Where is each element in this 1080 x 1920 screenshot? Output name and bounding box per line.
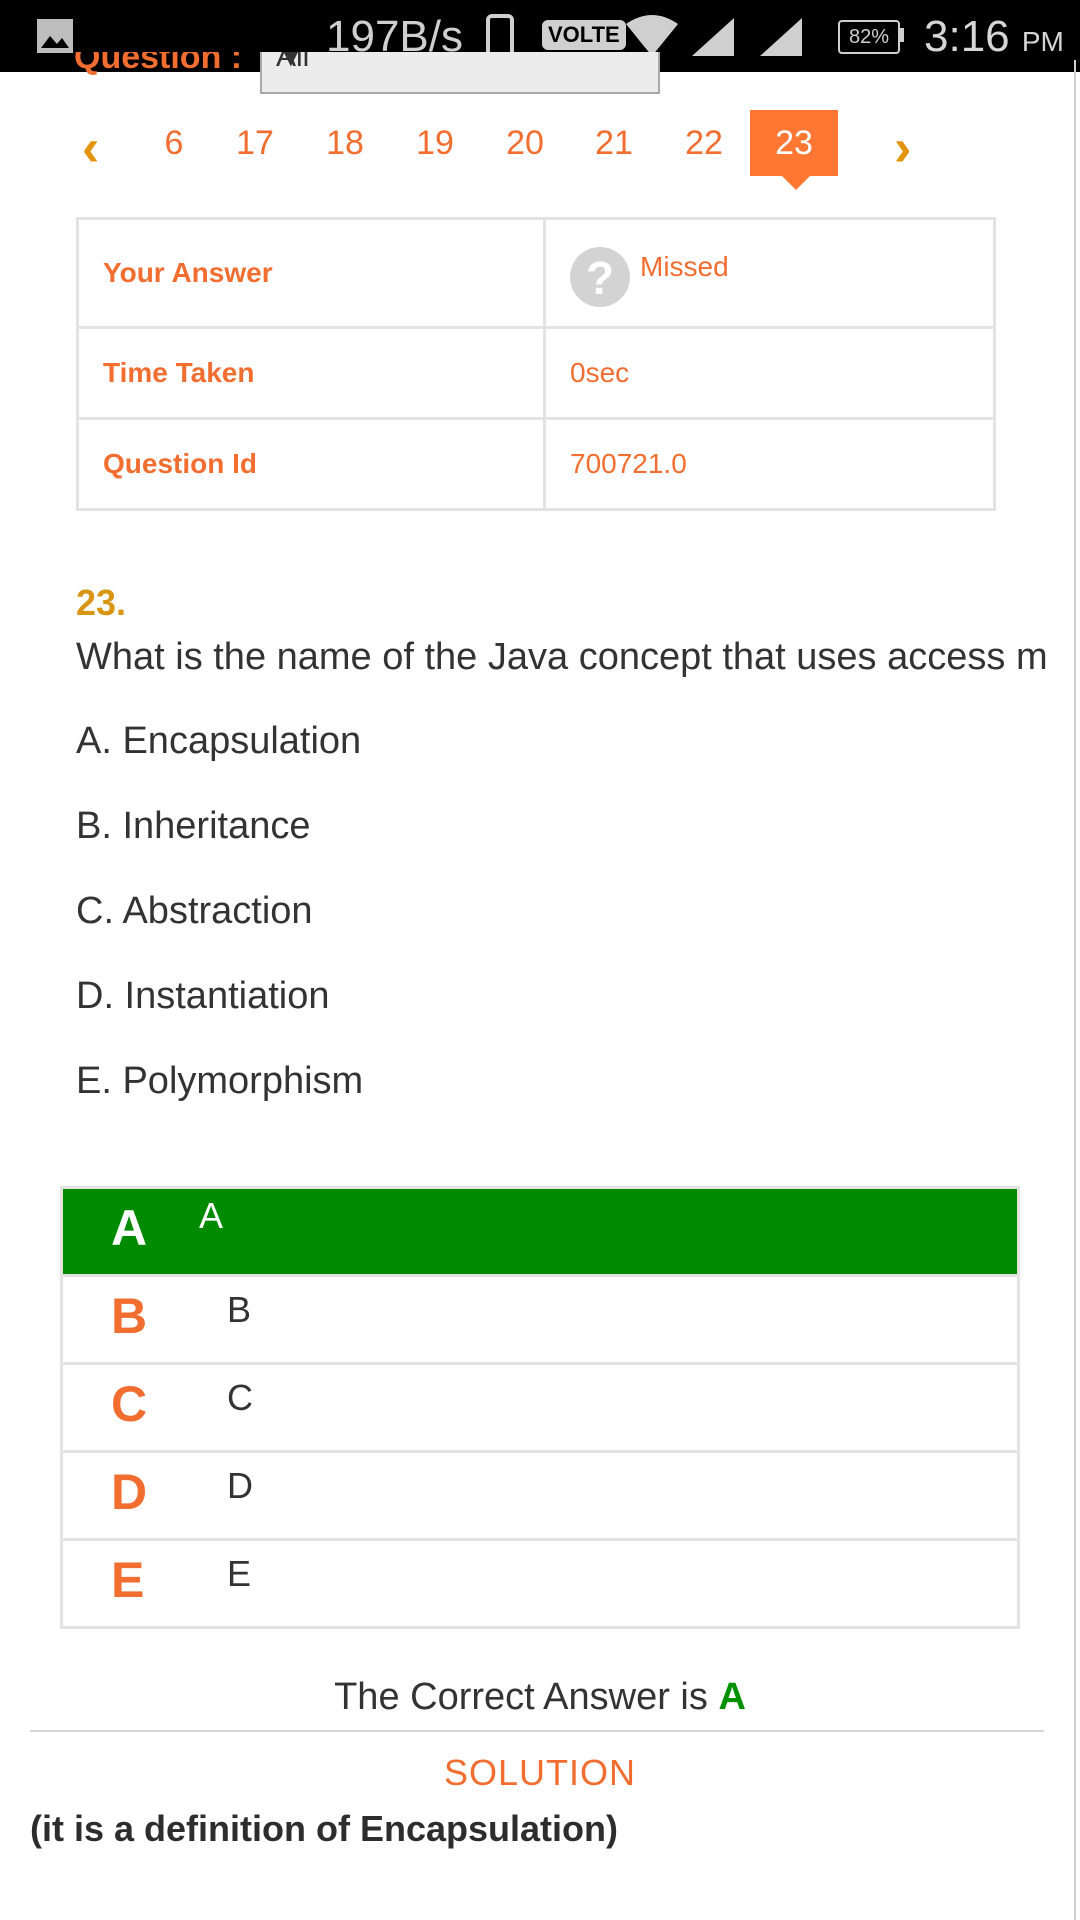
question-filter: Question : All ▼ [74, 52, 674, 96]
chevron-left-icon[interactable]: ‹ [82, 118, 99, 178]
question-filter-label: Question : [74, 52, 243, 76]
correct-answer-prefix: The Correct Answer is [334, 1676, 719, 1718]
your-answer-value: Missed [640, 251, 729, 282]
answer-row-b[interactable]: B B [63, 1274, 1017, 1362]
signal-strength-icon [760, 18, 802, 56]
option-e: E. Polymorphism [76, 1060, 364, 1102]
option-b: B. Inheritance [76, 805, 311, 847]
page-23-active[interactable]: 23 [750, 110, 838, 190]
your-answer-cell: ? Missed [543, 217, 996, 329]
option-d: D. Instantiation [76, 975, 330, 1017]
answer-text: A [199, 1195, 224, 1236]
answer-letter: C [111, 1376, 148, 1432]
time-taken-value: 0sec [543, 326, 996, 420]
answer-row-d[interactable]: D D [63, 1450, 1017, 1538]
table-row: Time Taken 0sec [76, 326, 996, 420]
answer-row-a-correct[interactable]: A A [63, 1189, 1017, 1274]
battery-indicator: 82% [838, 20, 900, 54]
signal-strength-icon [692, 18, 734, 56]
question-text: What is the name of the Java concept tha… [76, 636, 1048, 678]
page-20[interactable]: 20 [481, 110, 569, 176]
answer-choices: A A B B C C D D E E [60, 1186, 1020, 1629]
answer-letter: B [111, 1288, 148, 1344]
option-a: A. Encapsulation [76, 720, 362, 762]
page-17[interactable]: 17 [211, 110, 299, 176]
time-taken-label: Time Taken [76, 326, 546, 420]
solution-text: (it is a definition of Encapsulation) [30, 1808, 619, 1849]
page-21[interactable]: 21 [570, 110, 658, 176]
battery-tip [900, 28, 904, 42]
answer-letter: D [111, 1464, 148, 1520]
answer-text: E [227, 1553, 252, 1594]
question-id-label: Question Id [76, 417, 546, 511]
answer-letter: A [111, 1200, 148, 1256]
scrollbar[interactable] [1074, 60, 1076, 1920]
page-22[interactable]: 22 [660, 110, 748, 176]
page-19[interactable]: 19 [391, 110, 479, 176]
solution-title: SOLUTION [443, 1752, 637, 1793]
question-filter-select[interactable]: All ▼ [260, 52, 660, 94]
answer-letter: E [111, 1552, 145, 1608]
question-pager: ‹ 6 17 18 19 20 21 22 23 › [0, 110, 1080, 200]
correct-answer-letter: A [718, 1676, 746, 1718]
option-c: C. Abstraction [76, 890, 313, 932]
answer-text: B [227, 1289, 252, 1330]
answer-info-table: Your Answer ? Missed Time Taken 0sec Que… [76, 217, 996, 511]
answer-text: C [227, 1377, 253, 1418]
volte-badge: VOLTE [542, 20, 626, 50]
divider [30, 1730, 1044, 1732]
answer-row-c[interactable]: C C [63, 1362, 1017, 1450]
question-number: 23. [76, 582, 127, 623]
clock: 3:16 PM [924, 12, 1064, 62]
table-row: Your Answer ? Missed [76, 217, 996, 329]
table-row: Question Id 700721.0 [76, 417, 996, 511]
question-id-value: 700721.0 [543, 417, 996, 511]
answer-row-e[interactable]: E E [63, 1538, 1017, 1626]
correct-answer-line: The Correct Answer is A [0, 1676, 1080, 1719]
question-mark-icon: ? [570, 247, 630, 307]
page-18[interactable]: 18 [301, 110, 389, 176]
your-answer-label: Your Answer [76, 217, 546, 329]
chevron-right-icon[interactable]: › [894, 118, 911, 178]
dropdown-arrow-icon: ▼ [276, 52, 306, 73]
answer-text: D [227, 1465, 253, 1506]
clock-ampm: PM [1021, 26, 1064, 57]
clock-time: 3:16 [924, 12, 1010, 61]
gallery-icon [37, 19, 73, 53]
page-6[interactable]: 6 [130, 110, 218, 176]
